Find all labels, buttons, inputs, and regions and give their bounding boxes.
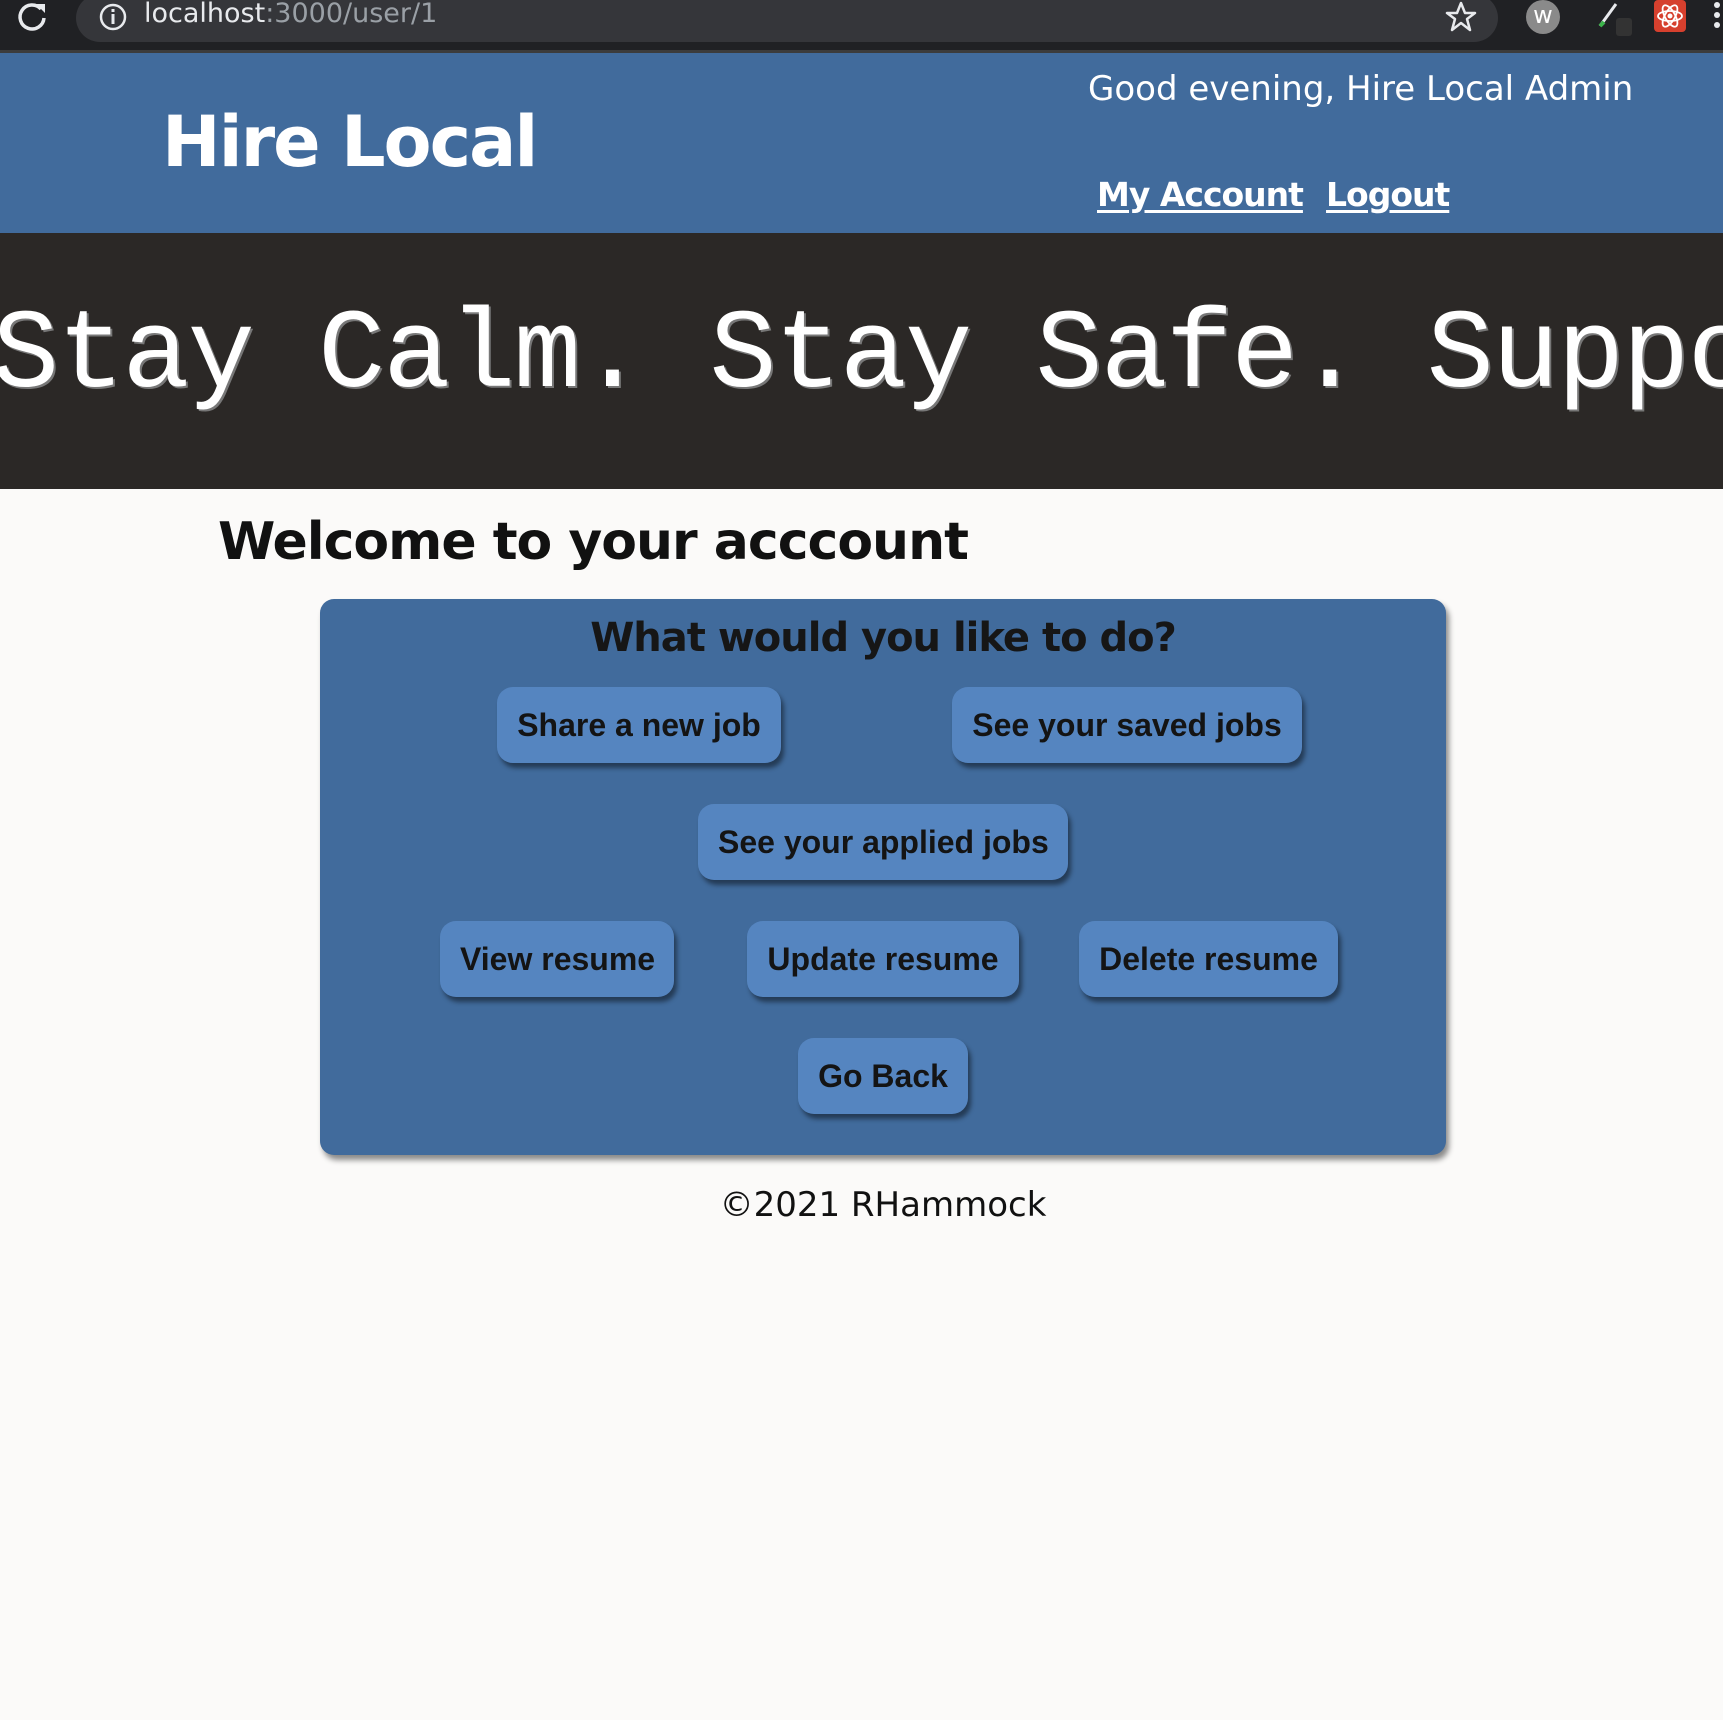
url-text: localhost:3000/user/1 [144,0,437,29]
account-actions-card: What would you like to do? Share a new j… [320,599,1446,1155]
site-brand[interactable]: Hire Local [162,101,538,183]
address-bar[interactable]: localhost:3000/user/1 [76,0,1498,42]
view-resume-button[interactable]: View resume [440,921,674,997]
extension-pen-icon[interactable] [1594,0,1634,40]
logout-link[interactable]: Logout [1326,175,1450,214]
extension-react-devtools-icon[interactable] [1654,0,1686,32]
browser-toolbar: localhost:3000/user/1 w [0,0,1723,53]
info-icon[interactable] [98,2,128,32]
reload-icon[interactable] [14,0,50,36]
delete-resume-button[interactable]: Delete resume [1079,921,1338,997]
url-path: :3000/user/1 [265,0,438,29]
extension-w-icon[interactable]: w [1526,0,1560,34]
header-nav: My Account Logout [1097,175,1467,214]
page-title: Welcome to your acccount [218,512,969,572]
site-header: Hire Local Good evening, Hire Local Admi… [0,53,1723,233]
bookmark-star-icon[interactable] [1444,0,1478,34]
go-back-button[interactable]: Go Back [798,1038,968,1114]
my-account-link[interactable]: My Account [1097,175,1304,214]
url-host: localhost [144,0,266,29]
hero-banner: Stay Calm. Stay Safe. Support Local [0,233,1723,489]
browser-menu-icon[interactable] [1714,0,1722,30]
update-resume-button[interactable]: Update resume [747,921,1019,997]
page-footer: ©2021 RHammock [719,1185,1047,1225]
card-heading: What would you like to do? [590,615,1177,661]
banner-slogan: Stay Calm. Stay Safe. Support Local [0,293,1723,420]
applied-jobs-button[interactable]: See your applied jobs [698,804,1068,880]
share-new-job-button[interactable]: Share a new job [497,687,781,763]
saved-jobs-button[interactable]: See your saved jobs [952,687,1302,763]
user-greeting: Good evening, Hire Local Admin [1088,69,1634,109]
